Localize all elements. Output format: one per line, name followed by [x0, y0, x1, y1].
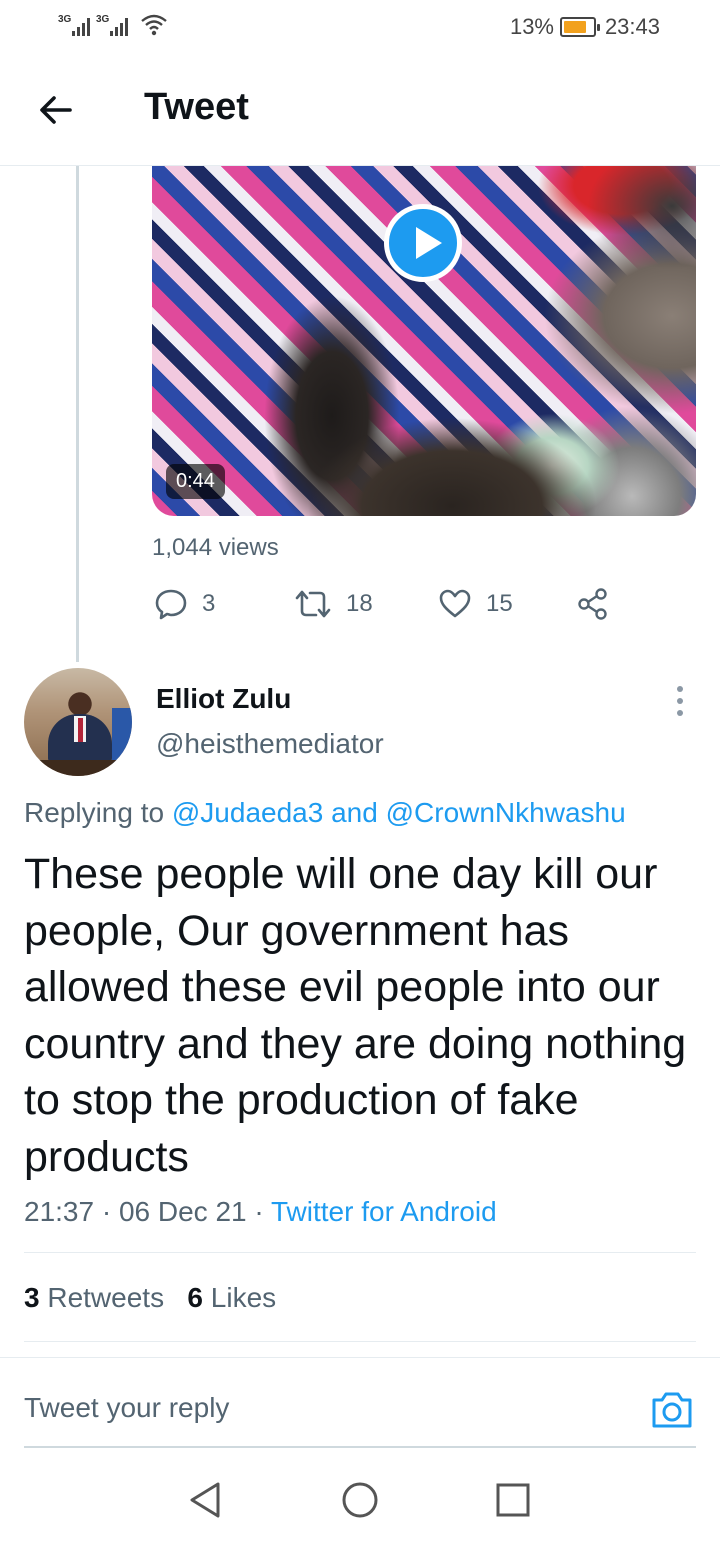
- signal-bars-icon: [72, 18, 94, 36]
- retweet-button[interactable]: 18: [294, 584, 373, 624]
- parent-tweet-actions: 3 18 15: [152, 584, 622, 624]
- page-title: Tweet: [144, 86, 249, 128]
- reply-count: 3: [202, 590, 216, 617]
- battery-percent: 13%: [509, 14, 554, 39]
- network-type-label: 3G: [58, 14, 72, 25]
- tweet-time: 21:37: [24, 1196, 95, 1227]
- recents-square-icon[interactable]: [493, 1480, 533, 1520]
- home-circle-icon[interactable]: [340, 1480, 380, 1520]
- battery-icon: [560, 17, 600, 37]
- likes-count: 6: [187, 1282, 203, 1313]
- retweet-icon: [295, 590, 331, 618]
- replying-to: Replying to @Judaeda3 and @CrownNkhwashu: [24, 797, 626, 829]
- back-triangle-icon[interactable]: [186, 1480, 226, 1520]
- tweet-source-link[interactable]: Twitter for Android: [271, 1196, 497, 1227]
- avatar[interactable]: [24, 668, 132, 776]
- retweets-label: Retweets: [47, 1282, 165, 1313]
- video-player[interactable]: 0:44: [152, 166, 696, 516]
- replying-user-link[interactable]: @Judaeda3: [172, 797, 323, 828]
- divider: [24, 1341, 696, 1342]
- likes-stat[interactable]: 6 Likes: [187, 1282, 276, 1313]
- like-icon: [439, 589, 471, 618]
- system-nav-bar: [0, 1458, 720, 1541]
- wifi-icon: [141, 14, 167, 36]
- status-bar: 3G 3G 13% 23:43: [0, 0, 720, 56]
- replying-user-link[interactable]: @CrownNkhwashu: [386, 797, 626, 828]
- view-count: 1,044 views: [152, 534, 279, 561]
- reply-input-underline: [24, 1446, 696, 1448]
- author-handle[interactable]: @heisthemediator: [156, 728, 384, 760]
- retweet-count: 18: [346, 590, 373, 617]
- reply-button[interactable]: 3: [154, 584, 215, 624]
- camera-icon[interactable]: [650, 1388, 694, 1432]
- replying-prefix: Replying to: [24, 797, 165, 828]
- network-type-label: 3G: [96, 14, 110, 25]
- tweet-text: These people will one day kill our peopl…: [24, 850, 687, 1181]
- arrow-left-icon[interactable]: [36, 90, 76, 130]
- more-options-icon[interactable]: [670, 686, 690, 716]
- likes-label: Likes: [210, 1282, 277, 1313]
- share-button[interactable]: [576, 584, 624, 624]
- share-icon: [578, 588, 607, 620]
- retweets-count: 3: [24, 1282, 40, 1313]
- tweet-meta: 21:37 · 06 Dec 21 · Twitter for Android: [24, 1196, 497, 1227]
- video-duration: 0:44: [166, 464, 225, 499]
- divider: [24, 1252, 696, 1253]
- author-name[interactable]: Elliot Zulu: [156, 683, 291, 715]
- reply-icon: [155, 589, 187, 620]
- like-count: 15: [486, 590, 513, 617]
- divider: [0, 1357, 720, 1358]
- clock: 23:43: [604, 14, 660, 39]
- top-app-bar: Tweet: [0, 56, 720, 166]
- retweets-stat[interactable]: 3 Retweets: [24, 1282, 164, 1313]
- signal-bars-icon: [110, 18, 132, 36]
- play-icon[interactable]: [384, 204, 462, 282]
- tweet-date: 06 Dec 21: [118, 1196, 247, 1227]
- replying-and: and: [331, 797, 378, 828]
- reply-input[interactable]: [24, 1380, 624, 1436]
- like-button[interactable]: 15: [438, 584, 513, 624]
- thread-connector: [76, 166, 79, 662]
- engagement-stats: 3 Retweets 6 Likes: [24, 1282, 276, 1314]
